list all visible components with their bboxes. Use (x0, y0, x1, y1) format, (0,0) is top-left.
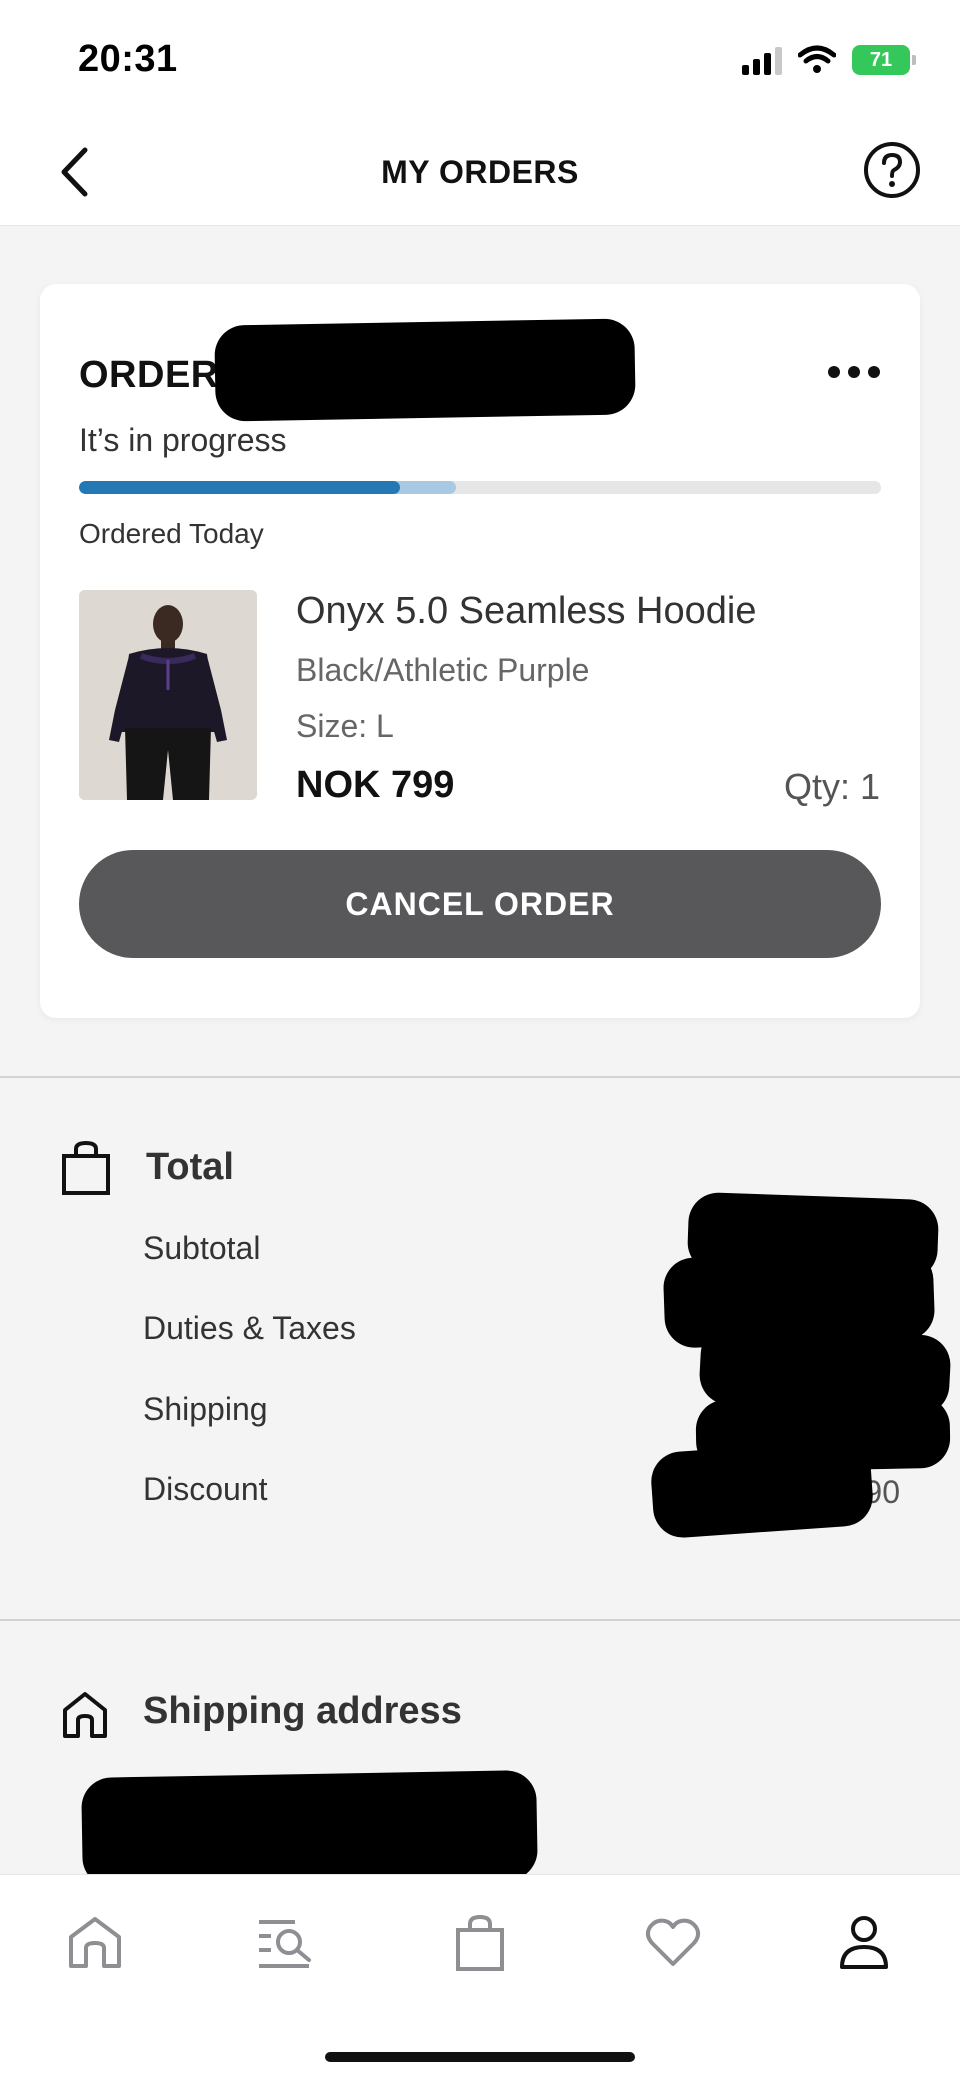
cancel-order-button[interactable]: CANCEL ORDER (79, 850, 881, 958)
redacted-address (81, 1770, 538, 1888)
order-progress-bar (79, 481, 881, 494)
tab-search[interactable] (256, 1913, 316, 1973)
order-label: ORDER (79, 354, 219, 396)
bag-icon (456, 1914, 504, 1971)
more-options-button[interactable] (828, 360, 880, 384)
account-icon (840, 1916, 888, 1969)
redacted-totals (649, 1438, 875, 1540)
tab-home[interactable] (65, 1913, 125, 1973)
shipping-address-title: Shipping address (143, 1690, 462, 1732)
home-icon (69, 1917, 121, 1968)
status-bar: 20:31 71 (0, 0, 960, 118)
divider (0, 1619, 960, 1621)
total-row-discount: Discount (143, 1471, 268, 1507)
tab-bag[interactable] (450, 1913, 510, 1973)
order-card: ORDER It’s in progress Ordered Today Ony… (40, 284, 920, 1018)
product-photo (79, 590, 257, 800)
tab-wishlist[interactable] (643, 1913, 703, 1973)
total-row-subtotal: Subtotal (143, 1230, 261, 1266)
tab-account[interactable] (834, 1913, 894, 1973)
progress-fill (79, 481, 400, 494)
home-icon (63, 1692, 107, 1738)
home-indicator[interactable] (325, 2052, 635, 2062)
total-row-duties: Duties & Taxes (143, 1310, 356, 1346)
battery-icon: 71 (852, 45, 916, 75)
status-time: 20:31 (78, 38, 178, 80)
wifi-icon (798, 45, 836, 73)
product-size: Size: L (296, 708, 394, 744)
divider (0, 1076, 960, 1078)
heart-icon (645, 1918, 701, 1966)
product-price: NOK 799 (296, 764, 455, 806)
product-color: Black/Athletic Purple (296, 652, 590, 688)
order-status: It’s in progress (79, 422, 287, 458)
product-name[interactable]: Onyx 5.0 Seamless Hoodie (296, 590, 756, 633)
signal-icon (742, 45, 782, 75)
ordered-date: Ordered Today (79, 518, 264, 549)
status-icons: 71 (742, 40, 916, 80)
shopping-bag-icon (62, 1140, 110, 1195)
product-quantity: Qty: 1 (783, 766, 880, 807)
total-title: Total (146, 1146, 234, 1188)
page-title: MY ORDERS (381, 154, 579, 190)
tab-bar (0, 1874, 960, 2078)
header: MY ORDERS (0, 118, 960, 226)
redacted-order-number (214, 318, 636, 422)
search-icon (259, 1920, 311, 1968)
help-icon[interactable] (862, 140, 922, 200)
battery-level: 71 (869, 48, 893, 71)
total-row-shipping: Shipping (143, 1391, 268, 1427)
product-image[interactable] (79, 590, 257, 800)
